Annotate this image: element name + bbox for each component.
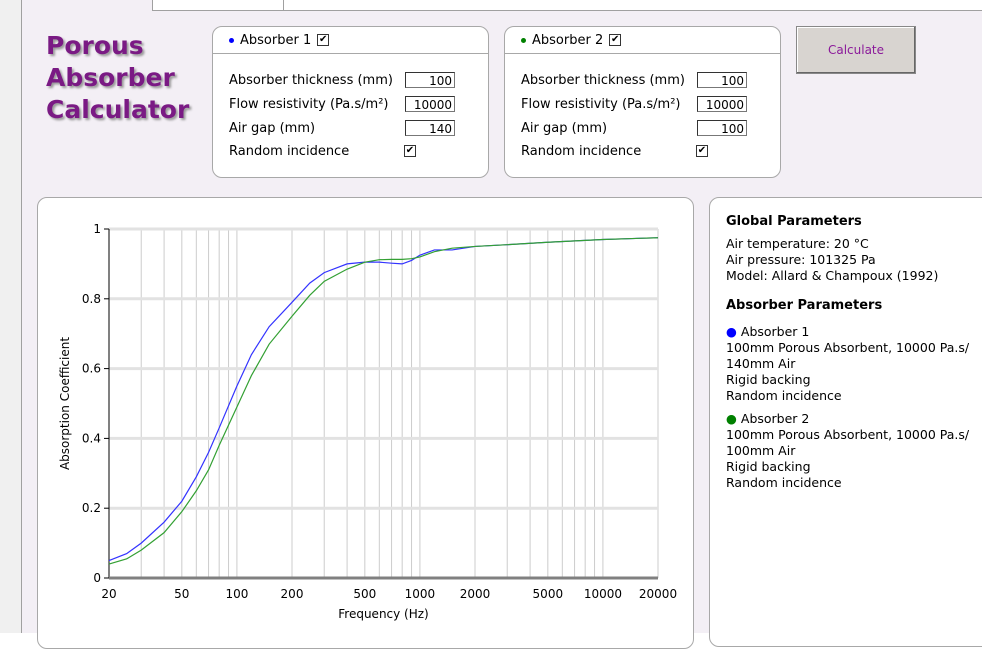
y-tick-label: 0.6 (82, 362, 101, 376)
x-tick-label: 200 (281, 587, 304, 601)
info-line: 100mm Porous Absorbent, 10000 Pa.s/ (726, 427, 970, 442)
app-title: Porous Absorber Calculator (46, 30, 189, 126)
flow-label: Flow resistivity (Pa.s/m²) (521, 97, 681, 112)
blue-dot-icon (229, 37, 234, 43)
y-tick-label: 0.2 (82, 501, 101, 515)
absorber-1-random-checkbox[interactable]: ✔ (404, 145, 416, 157)
series-line-absorber-2 (108, 237, 659, 565)
x-tick-label: 5000 (533, 587, 564, 601)
random-label: Random incidence (521, 144, 642, 159)
info-line: Random incidence (726, 475, 842, 490)
thickness-label: Absorber thickness (mm) (521, 73, 685, 88)
absorption-chart: 0 0.2 0.4 0.6 0.8 1 20 50 100 200 500 1000 2000 5000 1… (58, 222, 677, 621)
absorber-params-heading: Absorber Parameters (726, 298, 883, 313)
thickness-label: Absorber thickness (mm) (229, 73, 393, 88)
absorber-2-panel: Absorber 2 ✔ Absorber thickness (mm) 100 … (504, 26, 781, 178)
title-line: Porous (46, 31, 144, 60)
global-params-heading: Global Parameters (726, 214, 862, 229)
random-label: Random incidence (229, 144, 350, 159)
left-strip (0, 0, 22, 633)
green-dot-icon: ● (726, 411, 741, 426)
series-line-absorber-1 (108, 237, 659, 562)
y-tick-label: 1 (93, 222, 101, 236)
airgap-label: Air gap (mm) (229, 121, 316, 136)
info-line: Random incidence (726, 388, 842, 403)
info-line: Model: Allard & Champoux (1992) (726, 268, 939, 283)
absorber-1-thickness-input[interactable]: 100 (405, 72, 455, 88)
absorber-1-flow-input[interactable]: 10000 (405, 96, 455, 112)
absorber-2-flow-input[interactable]: 10000 (697, 96, 747, 112)
info-line: 100mm Air (726, 443, 796, 458)
y-tick-label: 0.4 (82, 431, 101, 445)
y-tick-label: 0.8 (82, 292, 101, 306)
absorber-2-airgap-input[interactable]: 100 (697, 120, 747, 136)
absorber-2-label: Absorber 2 (532, 32, 604, 48)
airgap-label: Air gap (mm) (521, 121, 608, 136)
tab[interactable] (152, 0, 284, 10)
absorber-1-label: Absorber 1 (240, 32, 312, 48)
info-absorber-1-name: Absorber 1 (740, 324, 810, 339)
x-tick-label: 1000 (405, 587, 436, 601)
absorber-1-panel: Absorber 1 ✔ Absorber thickness (mm) 100 … (212, 26, 489, 178)
green-dot-icon (521, 37, 526, 43)
x-tick-label: 500 (353, 587, 376, 601)
flow-label: Flow resistivity (Pa.s/m²) (229, 97, 389, 112)
info-line: Rigid backing (726, 459, 811, 474)
info-line: Air pressure: 101325 Pa (726, 252, 876, 267)
absorber-2-thickness-input[interactable]: 100 (697, 72, 747, 88)
absorber-1-enable-checkbox[interactable]: ✔ (317, 34, 330, 46)
x-tick-label: 20 (101, 587, 116, 601)
absorber-2-random-checkbox[interactable]: ✔ (696, 145, 708, 157)
calculate-button[interactable]: Calculate (796, 26, 916, 74)
x-tick-label: 100 (225, 587, 248, 601)
x-tick-label: 50 (174, 587, 189, 601)
info-line: Rigid backing (726, 372, 811, 387)
x-tick-label: 20000 (639, 587, 677, 601)
info-panel: Global Parameters Air temperature: 20 °C… (709, 197, 982, 647)
info-absorber-2-name: Absorber 2 (740, 411, 810, 426)
info-line: 100mm Porous Absorbent, 10000 Pa.s/ (726, 340, 970, 355)
x-tick-label: 2000 (460, 587, 491, 601)
blue-dot-icon: ● (726, 324, 741, 339)
y-tick-label: 0 (93, 571, 101, 585)
y-axis-label: Absorption Coefficient (58, 337, 72, 470)
x-tick-label: 10000 (584, 587, 622, 601)
x-axis-label: Frequency (Hz) (338, 607, 429, 621)
title-line: Absorber (46, 63, 175, 92)
title-line: Calculator (46, 95, 190, 124)
absorber-1-airgap-input[interactable]: 140 (405, 120, 455, 136)
chart-panel: 0 0.2 0.4 0.6 0.8 1 20 50 100 200 500 1000 2000 5000 1… (37, 197, 694, 649)
absorber-2-enable-checkbox[interactable]: ✔ (609, 34, 622, 46)
info-line: Air temperature: 20 °C (726, 236, 869, 251)
info-line: 140mm Air (726, 356, 796, 371)
